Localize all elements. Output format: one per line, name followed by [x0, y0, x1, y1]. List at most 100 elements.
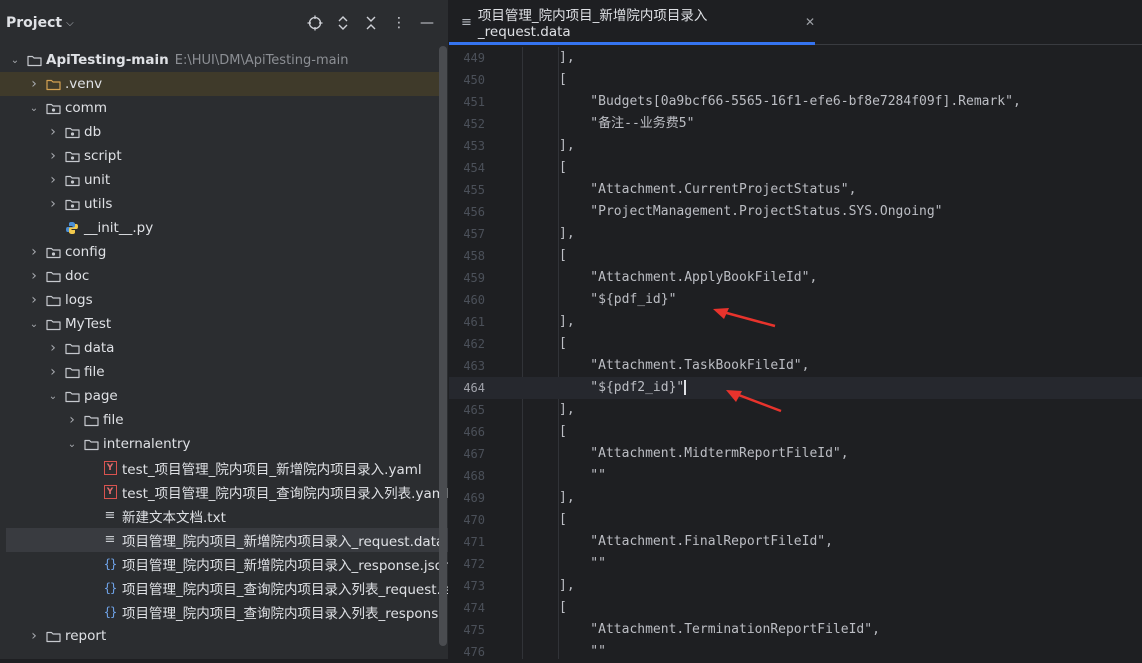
crosshair-icon[interactable] — [304, 13, 326, 33]
tree-page-file[interactable]: › file — [0, 408, 440, 432]
code-line[interactable]: 456 "ProjectManagement.ProjectStatus.SYS… — [449, 201, 1142, 223]
tree-request-data[interactable]: ›≡项目管理_院内项目_新增院内项目录入_request.data — [6, 528, 448, 552]
code-line[interactable]: 475 "Attachment.TerminationReportFileId"… — [449, 619, 1142, 641]
tree-page[interactable]: ⌄ page — [0, 384, 440, 408]
tree-mytest[interactable]: ⌄ MyTest — [0, 312, 440, 336]
chevron-right-icon[interactable]: › — [65, 412, 79, 428]
chevron-right-icon[interactable]: › — [27, 628, 41, 644]
tree-logs[interactable]: › logs — [0, 288, 440, 312]
editor-tab-request-data[interactable]: ≡ 项目管理_院内项目_新增院内项目录入_request.data ✕ — [449, 0, 815, 45]
code-line[interactable]: 473], — [449, 575, 1142, 597]
python-file-icon — [64, 220, 80, 236]
editor-pane: ≡ 项目管理_院内项目_新增院内项目录入_request.data ✕ 449]… — [449, 0, 1142, 659]
tree-list-request-json[interactable]: ›{}项目管理_院内项目_查询院内项目录入列表_request.json — [0, 576, 448, 600]
expand-collapse-icon[interactable] — [332, 13, 354, 33]
code-line[interactable]: 472 "" — [449, 553, 1142, 575]
code-line[interactable]: 461], — [449, 311, 1142, 333]
code-line[interactable]: 452 "备注--业务费5" — [449, 113, 1142, 135]
tree-config[interactable]: › config — [0, 240, 440, 264]
tree-item-label: 新建文本文档.txt — [122, 510, 226, 526]
code-line[interactable]: 449], — [449, 47, 1142, 69]
line-number: 461 — [463, 315, 485, 329]
chevron-right-icon[interactable]: › — [46, 340, 60, 356]
chevron-right-icon[interactable]: › — [46, 364, 60, 380]
tree-db[interactable]: › db — [0, 120, 440, 144]
tree-utils[interactable]: › utils — [0, 192, 440, 216]
tree-root[interactable]: ⌄ ApiTesting-main E:\HUI\DM\ApiTesting-mai… — [0, 48, 440, 72]
code-line[interactable]: 466 [ — [449, 421, 1142, 443]
close-all-icon[interactable] — [360, 13, 382, 33]
code-line[interactable]: 463 "Attachment.TaskBookFileId", — [449, 355, 1142, 377]
more-vert-icon[interactable]: ⋮ — [388, 13, 410, 33]
close-icon[interactable]: ✕ — [805, 15, 815, 29]
code-line[interactable]: 459 "Attachment.ApplyBookFileId", — [449, 267, 1142, 289]
package-folder-icon — [64, 172, 80, 188]
tree-unit[interactable]: › unit — [0, 168, 440, 192]
yaml-file-icon: Y — [102, 484, 118, 500]
line-number: 450 — [463, 73, 485, 87]
code-line[interactable]: 468 "" — [449, 465, 1142, 487]
tree-internalentry[interactable]: ⌄ internalentry — [0, 432, 440, 456]
code-line[interactable]: 454 [ — [449, 157, 1142, 179]
chevron-right-icon[interactable]: › — [46, 148, 60, 164]
tree-file[interactable]: › file — [0, 360, 440, 384]
chevron-right-icon[interactable]: › — [46, 172, 60, 188]
project-panel-header: Project ⌵ ⋮ — — [0, 0, 448, 46]
tree-response-json[interactable]: ›{}项目管理_院内项目_新增院内项目录入_response.json — [0, 552, 448, 576]
line-number: 452 — [463, 117, 485, 131]
chevron-right-icon[interactable]: › — [46, 124, 60, 140]
tree-list-response-json[interactable]: ›{}项目管理_院内项目_查询院内项目录入列表_response.json — [0, 600, 448, 624]
code-line[interactable]: 470 [ — [449, 509, 1142, 531]
code-line[interactable]: 476 "" — [449, 641, 1142, 663]
tree-item-label: logs — [65, 292, 93, 308]
chevron-down-icon[interactable]: ⌄ — [8, 55, 22, 66]
code-line[interactable]: 460 "${pdf_id}" — [449, 289, 1142, 311]
code-line[interactable]: 451 "Budgets[0a9bcf66-5565-16f1-efe6-bf8… — [449, 91, 1142, 113]
chevron-down-icon[interactable]: ⌄ — [65, 439, 79, 450]
tree-report[interactable]: › report — [0, 624, 440, 648]
chevron-right-icon[interactable]: › — [27, 268, 41, 284]
code-line[interactable]: 462 [ — [449, 333, 1142, 355]
line-number: 474 — [463, 601, 485, 615]
chevron-down-icon[interactable]: ⌄ — [27, 103, 41, 114]
code-line[interactable]: 465], — [449, 399, 1142, 421]
tree-script[interactable]: › script — [0, 144, 440, 168]
tree-item-label: db — [84, 124, 102, 140]
project-tree: ⌄ ApiTesting-main E:\HUI\DM\ApiTesting-mai… — [0, 48, 448, 648]
tree-data[interactable]: › data — [0, 336, 440, 360]
line-number: 463 — [463, 359, 485, 373]
tree-scrollbar[interactable] — [439, 46, 447, 646]
chevron-down-icon[interactable]: ⌵ — [66, 18, 74, 29]
chevron-right-icon[interactable]: › — [46, 196, 60, 212]
code-line[interactable]: 453], — [449, 135, 1142, 157]
tree-item-label: file — [103, 412, 124, 428]
chevron-down-icon[interactable]: ⌄ — [46, 391, 60, 402]
chevron-right-icon[interactable]: › — [27, 76, 41, 92]
chevron-right-icon[interactable]: › — [27, 244, 41, 260]
code-area[interactable]: 449], 450 [451 "Budgets[0a9bcf66-5565-16f1… — [449, 47, 1142, 663]
code-line[interactable]: 467 "Attachment.MidtermReportFileId", — [449, 443, 1142, 465]
code-text: [ — [559, 336, 567, 351]
code-line[interactable]: 455 "Attachment.CurrentProjectStatus", — [449, 179, 1142, 201]
tree-yaml-add[interactable]: ›Ytest_项目管理_院内项目_新增院内项目录入.yaml — [0, 456, 440, 480]
tree-comm[interactable]: ⌄ comm — [0, 96, 440, 120]
tree-init-py[interactable]: ›__init__.py — [0, 216, 440, 240]
code-text: "Attachment.CurrentProjectStatus", — [559, 182, 857, 197]
chevron-right-icon[interactable]: › — [27, 292, 41, 308]
tree-yaml-query[interactable]: ›Ytest_项目管理_院内项目_查询院内项目录入列表.yaml — [0, 480, 448, 504]
project-view-selector[interactable]: Project — [6, 15, 62, 31]
code-line[interactable]: 457], — [449, 223, 1142, 245]
tree-doc[interactable]: › doc — [0, 264, 440, 288]
code-line[interactable]: 471 "Attachment.FinalReportFileId", — [449, 531, 1142, 553]
code-line[interactable]: 458 [ — [449, 245, 1142, 267]
tree-item-label: comm — [65, 100, 107, 116]
code-line[interactable]: 464 "${pdf2_id}" — [449, 377, 1142, 399]
tree-item-label: MyTest — [65, 316, 112, 332]
minimize-icon[interactable]: — — [416, 13, 438, 33]
code-line[interactable]: 469], — [449, 487, 1142, 509]
chevron-down-icon[interactable]: ⌄ — [27, 319, 41, 330]
tree-new-txt[interactable]: ›≡新建文本文档.txt — [0, 504, 440, 528]
tree-venv[interactable]: › .venv — [0, 72, 440, 96]
code-line[interactable]: 474 [ — [449, 597, 1142, 619]
code-line[interactable]: 450 [ — [449, 69, 1142, 91]
